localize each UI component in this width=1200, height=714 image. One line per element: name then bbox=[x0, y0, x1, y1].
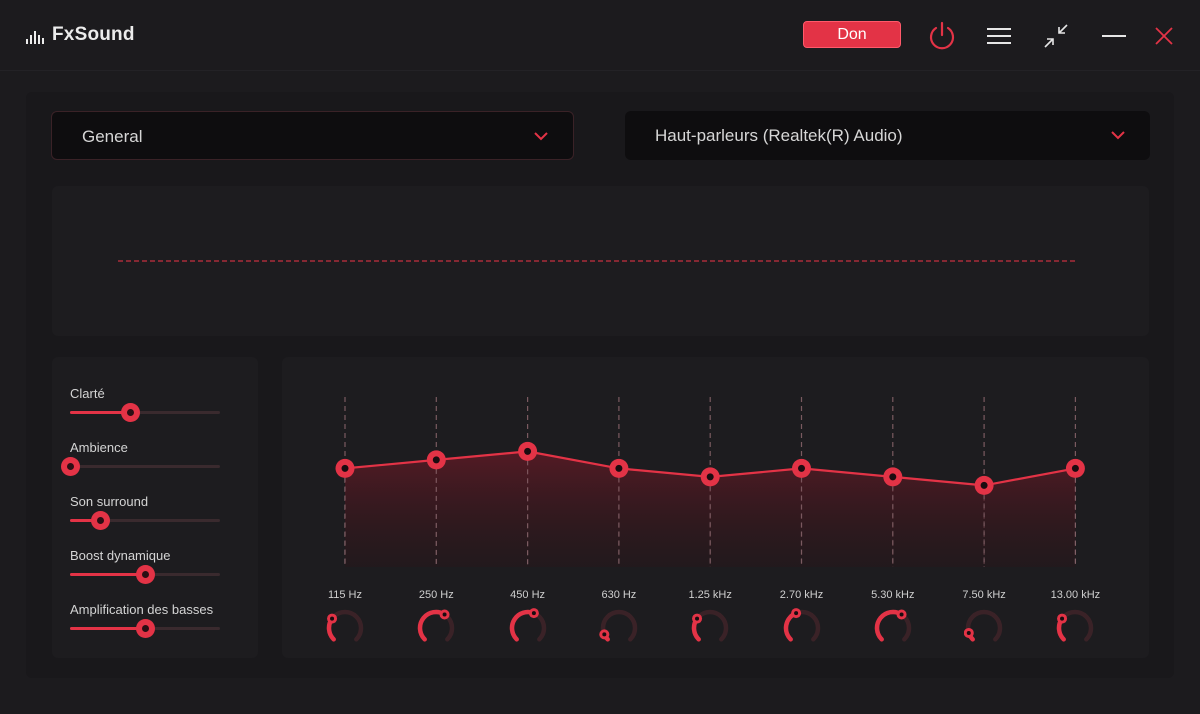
effect-slider[interactable] bbox=[61, 457, 220, 476]
menu-button[interactable] bbox=[979, 16, 1019, 56]
slider-thumb[interactable] bbox=[91, 511, 110, 530]
effect-slider[interactable] bbox=[70, 565, 220, 584]
logo-bars-icon bbox=[26, 27, 44, 44]
eq-band-handle[interactable] bbox=[609, 458, 629, 478]
slider-fill bbox=[70, 627, 145, 630]
effect-slider[interactable] bbox=[70, 511, 220, 530]
eq-band-label: 250 Hz bbox=[418, 589, 454, 601]
eq-band-label: 1.25 kHz bbox=[688, 589, 732, 601]
effect-4: Amplification des basses bbox=[70, 602, 220, 638]
eq-band-label: 2.70 kHz bbox=[779, 589, 824, 601]
eq-band-knob[interactable] bbox=[416, 608, 456, 648]
title-bar: FxSound Don bbox=[0, 0, 1200, 71]
preset-dropdown[interactable]: General bbox=[51, 111, 574, 160]
eq-band-handle[interactable] bbox=[974, 475, 994, 495]
slider-thumb[interactable] bbox=[121, 403, 140, 422]
eq-band-label: 630 Hz bbox=[601, 589, 637, 601]
slider-fill bbox=[70, 573, 145, 576]
effect-label: Clarté bbox=[70, 386, 105, 401]
chevron-down-icon bbox=[534, 132, 548, 141]
effect-0: Clarté bbox=[70, 386, 220, 422]
eq-band-label: 115 Hz bbox=[327, 589, 363, 601]
eq-band-knob[interactable] bbox=[1055, 608, 1095, 648]
eq-band-handle[interactable] bbox=[426, 450, 446, 470]
preset-selected-label: General bbox=[82, 127, 143, 146]
mini-mode-button[interactable] bbox=[1036, 16, 1076, 56]
chevron-down-icon bbox=[1111, 131, 1125, 140]
eq-band-knob[interactable] bbox=[508, 608, 548, 648]
eq-band-knob[interactable] bbox=[873, 608, 913, 648]
output-device-selected-label: Haut-parleurs (Realtek(R) Audio) bbox=[655, 126, 903, 145]
eq-band-knob[interactable] bbox=[325, 608, 365, 648]
effect-1: Ambience bbox=[61, 440, 220, 476]
slider-thumb[interactable] bbox=[61, 457, 80, 476]
frequency-curve bbox=[118, 260, 1078, 262]
eq-band-knob[interactable] bbox=[599, 608, 639, 648]
frequency-curve-panel bbox=[52, 186, 1149, 336]
power-icon bbox=[929, 21, 955, 50]
power-button[interactable] bbox=[922, 16, 962, 56]
eq-band-knob[interactable] bbox=[963, 608, 1004, 648]
eq-band-label: 5.30 kHz bbox=[871, 589, 915, 601]
eq-band-handle[interactable] bbox=[792, 458, 811, 478]
close-button[interactable] bbox=[1144, 16, 1184, 56]
eq-band-knob[interactable] bbox=[690, 608, 730, 648]
effects-panel: Clarté Ambience Son surround Boost dynamiqu… bbox=[52, 357, 258, 658]
eq-band-handle[interactable] bbox=[700, 467, 720, 487]
menu-icon bbox=[987, 28, 1011, 44]
effect-3: Boost dynamique bbox=[70, 548, 220, 584]
slider-thumb[interactable] bbox=[136, 565, 155, 584]
minimize-button[interactable] bbox=[1094, 16, 1134, 56]
eq-band-label: 7.50 kHz bbox=[962, 589, 1006, 601]
minimize-to-mini-icon bbox=[1044, 24, 1068, 48]
eq-band-handle[interactable] bbox=[335, 458, 355, 478]
eq-band-knob[interactable] bbox=[782, 608, 822, 648]
effect-label: Ambience bbox=[70, 440, 128, 455]
effect-slider[interactable] bbox=[70, 403, 220, 422]
app-logo: FxSound bbox=[26, 25, 135, 44]
effect-slider[interactable] bbox=[70, 619, 220, 638]
eq-band-label: 450 Hz bbox=[510, 589, 546, 601]
eq-band-handle[interactable] bbox=[883, 467, 903, 487]
effect-label: Amplification des basses bbox=[70, 602, 214, 617]
eq-band-label: 13.00 kHz bbox=[1050, 589, 1101, 601]
app-title: FxSound bbox=[52, 24, 135, 45]
effect-label: Son surround bbox=[70, 494, 149, 509]
eq-band-handle[interactable] bbox=[1065, 458, 1085, 478]
minimize-icon bbox=[1102, 35, 1126, 37]
eq-band-handle[interactable] bbox=[518, 441, 538, 461]
effect-2: Son surround bbox=[70, 494, 220, 530]
donate-button[interactable]: Don bbox=[803, 21, 901, 48]
effect-label: Boost dynamique bbox=[70, 548, 171, 563]
slider-thumb[interactable] bbox=[136, 619, 155, 638]
close-icon bbox=[1155, 27, 1173, 45]
output-device-dropdown[interactable]: Haut-parleurs (Realtek(R) Audio) bbox=[625, 111, 1150, 160]
